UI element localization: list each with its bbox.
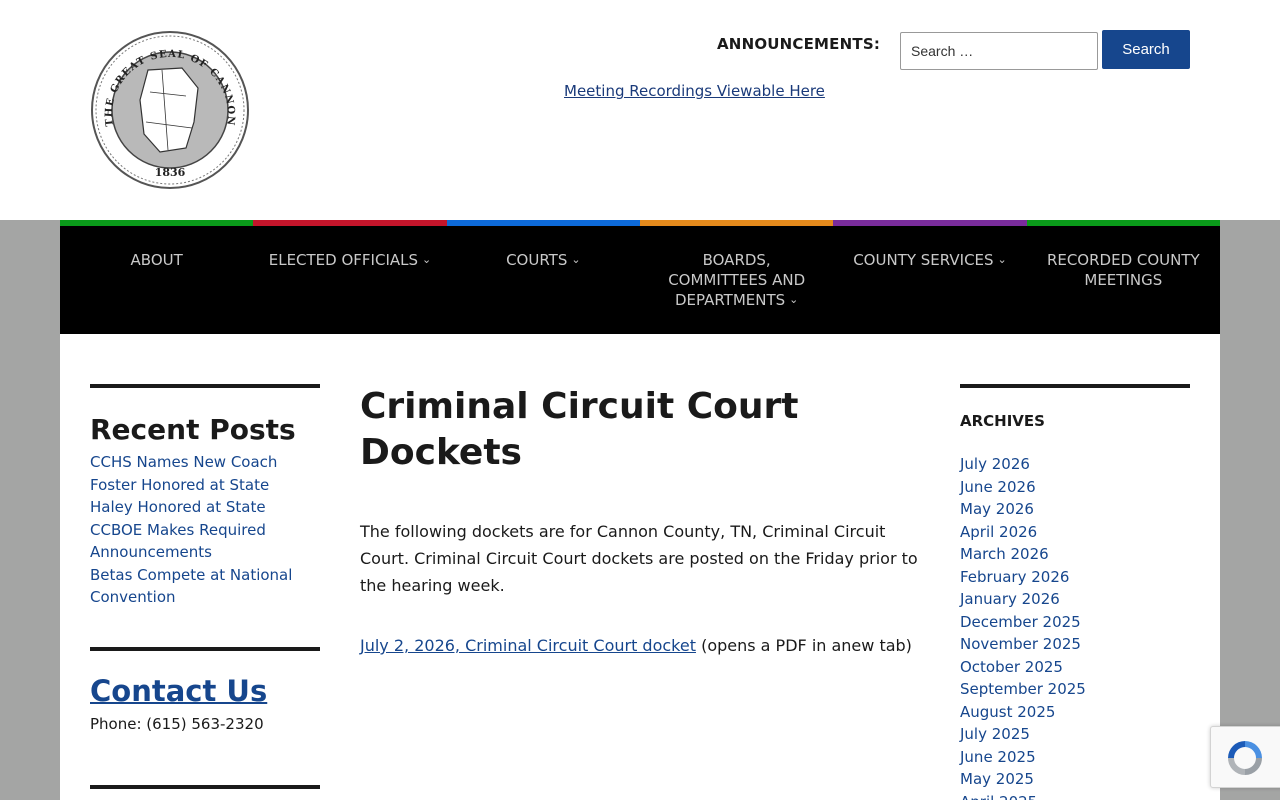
svg-text:1836: 1836 bbox=[155, 166, 186, 179]
nav-item-recorded-meetings[interactable]: RECORDED COUNTY MEETINGS bbox=[1026, 220, 1220, 334]
archive-link[interactable]: May 2025 bbox=[960, 768, 1190, 791]
nav-item-about[interactable]: ABOUT bbox=[60, 220, 254, 334]
archive-link[interactable]: December 2025 bbox=[960, 611, 1190, 634]
nav-label-about: ABOUT bbox=[130, 251, 183, 269]
widget-divider bbox=[90, 646, 320, 651]
archive-link[interactable]: September 2025 bbox=[960, 678, 1190, 701]
widget-divider bbox=[90, 384, 320, 388]
nav-label-elected-officials: ELECTED OFFICIALS bbox=[268, 251, 419, 269]
archive-link[interactable]: October 2025 bbox=[960, 656, 1190, 679]
archive-link[interactable]: July 2025 bbox=[960, 723, 1190, 746]
search-input[interactable] bbox=[900, 32, 1098, 70]
archive-link[interactable]: April 2025 bbox=[960, 791, 1190, 800]
nav-item-courts[interactable]: COURTS ⌄ bbox=[446, 220, 640, 334]
chevron-down-icon: ⌄ bbox=[422, 253, 432, 266]
archive-link[interactable]: August 2025 bbox=[960, 701, 1190, 724]
right-sidebar: ARCHIVES July 2026 June 2026 May 2026 Ap… bbox=[960, 384, 1190, 800]
widget-divider bbox=[90, 784, 320, 789]
intro-paragraph: The following dockets are for Cannon Cou… bbox=[360, 522, 918, 595]
site-header: THE GREAT SEAL OF CANNON COUNTY TENNESSE… bbox=[0, 0, 1280, 220]
contact-us-link[interactable]: Contact Us bbox=[90, 673, 267, 709]
chevron-down-icon: ⌄ bbox=[571, 253, 581, 266]
recaptcha-icon bbox=[1228, 741, 1262, 775]
search-button[interactable]: Search bbox=[1102, 30, 1190, 69]
main-navigation: ABOUT ELECTED OFFICIALS ⌄ COURTS ⌄ BOARDS,… bbox=[60, 220, 1220, 334]
recent-post-link[interactable]: CCBOE Makes Required Announcements bbox=[90, 519, 320, 564]
nav-label-boards: BOARDS, COMMITTEES AND DEPARTMENTS bbox=[668, 251, 806, 309]
meeting-recordings-link[interactable]: Meeting Recordings Viewable Here bbox=[564, 82, 825, 100]
recent-post-link[interactable]: Haley Honored at State bbox=[90, 496, 320, 519]
recent-post-link[interactable]: Foster Honored at State bbox=[90, 474, 320, 497]
archives-list: July 2026 June 2026 May 2026 April 2026 … bbox=[960, 453, 1190, 800]
nav-label-recorded-meetings: RECORDED COUNTY MEETINGS bbox=[1046, 251, 1200, 289]
announcements-label: ANNOUNCEMENTS: bbox=[717, 35, 881, 53]
article: Criminal Circuit Court Dockets The follo… bbox=[360, 384, 920, 659]
county-seal-logo[interactable]: THE GREAT SEAL OF CANNON COUNTY TENNESSE… bbox=[90, 30, 250, 190]
archive-link[interactable]: July 2026 bbox=[960, 453, 1190, 476]
docket-pdf-link[interactable]: July 2, 2026, Criminal Circuit Court doc… bbox=[360, 636, 696, 655]
archive-link[interactable]: February 2026 bbox=[960, 566, 1190, 589]
nav-item-elected-officials[interactable]: ELECTED OFFICIALS ⌄ bbox=[253, 220, 447, 334]
nav-label-courts: COURTS bbox=[506, 251, 568, 269]
archive-link[interactable]: June 2026 bbox=[960, 476, 1190, 499]
left-sidebar: Recent Posts CCHS Names New Coach Foster… bbox=[90, 384, 320, 789]
docket-note: (opens a PDF in anew tab) bbox=[695, 636, 912, 655]
contact-widget: Contact Us Phone: (615) 563-2320 bbox=[90, 646, 320, 733]
nav-label-county-services: COUNTY SERVICES bbox=[853, 251, 994, 269]
nav-item-boards[interactable]: BOARDS, COMMITTEES AND DEPARTMENTS ⌄ bbox=[640, 220, 834, 334]
recent-posts-title: Recent Posts bbox=[90, 413, 296, 446]
widget-divider bbox=[960, 384, 1190, 388]
chevron-down-icon: ⌄ bbox=[997, 253, 1007, 266]
recent-post-link[interactable]: Betas Compete at National Convention bbox=[90, 564, 320, 609]
main-content-area: Recent Posts CCHS Names New Coach Foster… bbox=[60, 334, 1220, 800]
archive-link[interactable]: March 2026 bbox=[960, 543, 1190, 566]
archive-link[interactable]: May 2026 bbox=[960, 498, 1190, 521]
chevron-down-icon: ⌄ bbox=[789, 293, 799, 306]
docket-entry: July 2, 2026, Criminal Circuit Court doc… bbox=[360, 632, 920, 659]
recent-posts-list: CCHS Names New Coach Foster Honored at S… bbox=[90, 451, 320, 609]
recent-post-link[interactable]: CCHS Names New Coach bbox=[90, 451, 320, 474]
page-title: Criminal Circuit Court Dockets bbox=[360, 386, 799, 473]
contact-phone: Phone: (615) 563-2320 bbox=[90, 714, 264, 733]
archives-title: ARCHIVES bbox=[960, 412, 1045, 430]
recaptcha-badge[interactable] bbox=[1210, 726, 1280, 788]
archive-link[interactable]: January 2026 bbox=[960, 588, 1190, 611]
archive-link[interactable]: April 2026 bbox=[960, 521, 1190, 544]
archive-link[interactable]: November 2025 bbox=[960, 633, 1190, 656]
nav-item-county-services[interactable]: COUNTY SERVICES ⌄ bbox=[833, 220, 1027, 334]
archive-link[interactable]: June 2025 bbox=[960, 746, 1190, 769]
